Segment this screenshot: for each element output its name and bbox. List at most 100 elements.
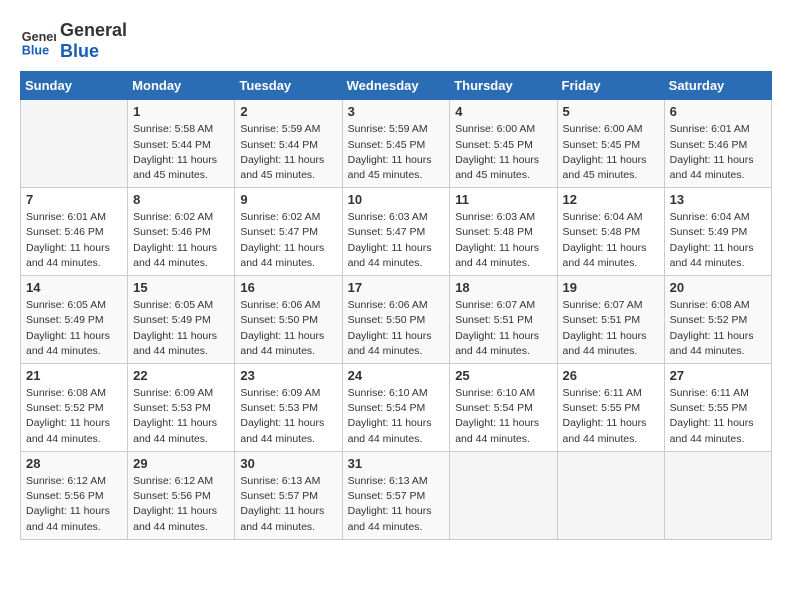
day-number: 27: [670, 368, 766, 383]
calendar-cell: 30 Sunrise: 6:13 AM Sunset: 5:57 PM Dayli…: [235, 451, 342, 539]
calendar-cell: 28 Sunrise: 6:12 AM Sunset: 5:56 PM Dayli…: [21, 451, 128, 539]
calendar-cell: 16Sunrise: 6:06 AM Sunset: 5:50 PM Dayli…: [235, 276, 342, 364]
day-number: 11: [455, 192, 551, 207]
calendar-week-5: 28 Sunrise: 6:12 AM Sunset: 5:56 PM Dayli…: [21, 451, 772, 539]
calendar-cell: 15 Sunrise: 6:05 AM Sunset: 5:49 PM Dayli…: [128, 276, 235, 364]
calendar-cell: 4 Sunrise: 6:00 AM Sunset: 5:45 PM Daylig…: [450, 100, 557, 188]
day-number: 17: [348, 280, 445, 295]
weekday-header-thursday: Thursday: [450, 72, 557, 100]
calendar-cell: 7 Sunrise: 6:01 AM Sunset: 5:46 PM Daylig…: [21, 188, 128, 276]
day-info: Sunrise: 6:06 AM Sunset: 5:50 PM Dayligh…: [240, 298, 336, 359]
day-number: 10: [348, 192, 445, 207]
calendar-cell: [664, 451, 771, 539]
day-info: Sunrise: 5:59 AM Sunset: 5:44 PM Dayligh…: [240, 122, 336, 183]
day-info: Sunrise: 6:05 AM Sunset: 5:49 PM Dayligh…: [26, 298, 122, 359]
calendar-cell: 22Sunrise: 6:09 AM Sunset: 5:53 PM Dayli…: [128, 364, 235, 452]
calendar-week-4: 21Sunrise: 6:08 AM Sunset: 5:52 PM Dayli…: [21, 364, 772, 452]
day-number: 7: [26, 192, 122, 207]
calendar-cell: 23Sunrise: 6:09 AM Sunset: 5:53 PM Dayli…: [235, 364, 342, 452]
calendar-cell: 13 Sunrise: 6:04 AM Sunset: 5:49 PM Dayli…: [664, 188, 771, 276]
calendar-cell: 14Sunrise: 6:05 AM Sunset: 5:49 PM Dayli…: [21, 276, 128, 364]
calendar-cell: [450, 451, 557, 539]
day-number: 23: [240, 368, 336, 383]
calendar-week-1: 1 Sunrise: 5:58 AM Sunset: 5:44 PM Daylig…: [21, 100, 772, 188]
day-info: Sunrise: 6:00 AM Sunset: 5:45 PM Dayligh…: [563, 122, 659, 183]
day-info: Sunrise: 6:12 AM Sunset: 5:56 PM Dayligh…: [26, 474, 122, 535]
calendar-cell: 18Sunrise: 6:07 AM Sunset: 5:51 PM Dayli…: [450, 276, 557, 364]
day-info: Sunrise: 6:13 AM Sunset: 5:57 PM Dayligh…: [240, 474, 336, 535]
day-number: 20: [670, 280, 766, 295]
calendar-cell: 9Sunrise: 6:02 AM Sunset: 5:47 PM Daylig…: [235, 188, 342, 276]
day-number: 18: [455, 280, 551, 295]
day-info: Sunrise: 6:01 AM Sunset: 5:46 PM Dayligh…: [670, 122, 766, 183]
calendar-cell: 21Sunrise: 6:08 AM Sunset: 5:52 PM Dayli…: [21, 364, 128, 452]
calendar-cell: 10 Sunrise: 6:03 AM Sunset: 5:47 PM Dayli…: [342, 188, 450, 276]
logo-blue: Blue: [60, 41, 127, 62]
day-info: Sunrise: 6:08 AM Sunset: 5:52 PM Dayligh…: [26, 386, 122, 447]
day-number: 25: [455, 368, 551, 383]
weekday-header-monday: Monday: [128, 72, 235, 100]
calendar-body: 1 Sunrise: 5:58 AM Sunset: 5:44 PM Daylig…: [21, 100, 772, 539]
calendar-cell: 11 Sunrise: 6:03 AM Sunset: 5:48 PM Dayli…: [450, 188, 557, 276]
calendar-cell: 8Sunrise: 6:02 AM Sunset: 5:46 PM Daylig…: [128, 188, 235, 276]
day-number: 12: [563, 192, 659, 207]
day-info: Sunrise: 6:01 AM Sunset: 5:46 PM Dayligh…: [26, 210, 122, 271]
logo: General Blue General Blue: [20, 20, 127, 61]
day-info: Sunrise: 6:11 AM Sunset: 5:55 PM Dayligh…: [563, 386, 659, 447]
logo-general: General: [60, 20, 127, 41]
calendar-cell: 31Sunrise: 6:13 AM Sunset: 5:57 PM Dayli…: [342, 451, 450, 539]
weekday-header-sunday: Sunday: [21, 72, 128, 100]
calendar-cell: 26 Sunrise: 6:11 AM Sunset: 5:55 PM Dayli…: [557, 364, 664, 452]
day-info: Sunrise: 6:10 AM Sunset: 5:54 PM Dayligh…: [455, 386, 551, 447]
day-number: 5: [563, 104, 659, 119]
calendar-week-2: 7 Sunrise: 6:01 AM Sunset: 5:46 PM Daylig…: [21, 188, 772, 276]
day-info: Sunrise: 6:07 AM Sunset: 5:51 PM Dayligh…: [563, 298, 659, 359]
day-info: Sunrise: 6:04 AM Sunset: 5:49 PM Dayligh…: [670, 210, 766, 271]
calendar-cell: 5 Sunrise: 6:00 AM Sunset: 5:45 PM Daylig…: [557, 100, 664, 188]
calendar-cell: 20 Sunrise: 6:08 AM Sunset: 5:52 PM Dayli…: [664, 276, 771, 364]
day-number: 29: [133, 456, 229, 471]
day-number: 15: [133, 280, 229, 295]
weekday-header-wednesday: Wednesday: [342, 72, 450, 100]
calendar-cell: 3 Sunrise: 5:59 AM Sunset: 5:45 PM Daylig…: [342, 100, 450, 188]
day-number: 4: [455, 104, 551, 119]
day-info: Sunrise: 6:02 AM Sunset: 5:47 PM Dayligh…: [240, 210, 336, 271]
day-info: Sunrise: 6:11 AM Sunset: 5:55 PM Dayligh…: [670, 386, 766, 447]
svg-text:General: General: [22, 30, 56, 44]
day-number: 19: [563, 280, 659, 295]
day-info: Sunrise: 6:03 AM Sunset: 5:47 PM Dayligh…: [348, 210, 445, 271]
calendar-cell: 6Sunrise: 6:01 AM Sunset: 5:46 PM Daylig…: [664, 100, 771, 188]
day-info: Sunrise: 6:05 AM Sunset: 5:49 PM Dayligh…: [133, 298, 229, 359]
calendar-cell: 25 Sunrise: 6:10 AM Sunset: 5:54 PM Dayli…: [450, 364, 557, 452]
day-info: Sunrise: 5:59 AM Sunset: 5:45 PM Dayligh…: [348, 122, 445, 183]
calendar-cell: [557, 451, 664, 539]
svg-text:Blue: Blue: [22, 43, 49, 57]
calendar-cell: 12Sunrise: 6:04 AM Sunset: 5:48 PM Dayli…: [557, 188, 664, 276]
day-number: 3: [348, 104, 445, 119]
day-number: 26: [563, 368, 659, 383]
day-number: 2: [240, 104, 336, 119]
day-info: Sunrise: 6:09 AM Sunset: 5:53 PM Dayligh…: [133, 386, 229, 447]
day-info: Sunrise: 6:00 AM Sunset: 5:45 PM Dayligh…: [455, 122, 551, 183]
page-header: General Blue General Blue: [20, 20, 772, 61]
day-number: 13: [670, 192, 766, 207]
calendar-cell: 17 Sunrise: 6:06 AM Sunset: 5:50 PM Dayli…: [342, 276, 450, 364]
calendar-cell: 2 Sunrise: 5:59 AM Sunset: 5:44 PM Daylig…: [235, 100, 342, 188]
calendar-cell: 24Sunrise: 6:10 AM Sunset: 5:54 PM Dayli…: [342, 364, 450, 452]
calendar-week-3: 14Sunrise: 6:05 AM Sunset: 5:49 PM Dayli…: [21, 276, 772, 364]
day-number: 28: [26, 456, 122, 471]
day-number: 31: [348, 456, 445, 471]
calendar-cell: 19 Sunrise: 6:07 AM Sunset: 5:51 PM Dayli…: [557, 276, 664, 364]
day-info: Sunrise: 5:58 AM Sunset: 5:44 PM Dayligh…: [133, 122, 229, 183]
weekday-header-friday: Friday: [557, 72, 664, 100]
day-info: Sunrise: 6:03 AM Sunset: 5:48 PM Dayligh…: [455, 210, 551, 271]
day-info: Sunrise: 6:12 AM Sunset: 5:56 PM Dayligh…: [133, 474, 229, 535]
day-number: 1: [133, 104, 229, 119]
day-number: 30: [240, 456, 336, 471]
day-number: 8: [133, 192, 229, 207]
calendar-cell: [21, 100, 128, 188]
calendar-table: SundayMondayTuesdayWednesdayThursdayFrid…: [20, 71, 772, 539]
day-info: Sunrise: 6:08 AM Sunset: 5:52 PM Dayligh…: [670, 298, 766, 359]
day-info: Sunrise: 6:06 AM Sunset: 5:50 PM Dayligh…: [348, 298, 445, 359]
logo-icon: General Blue: [20, 23, 56, 59]
